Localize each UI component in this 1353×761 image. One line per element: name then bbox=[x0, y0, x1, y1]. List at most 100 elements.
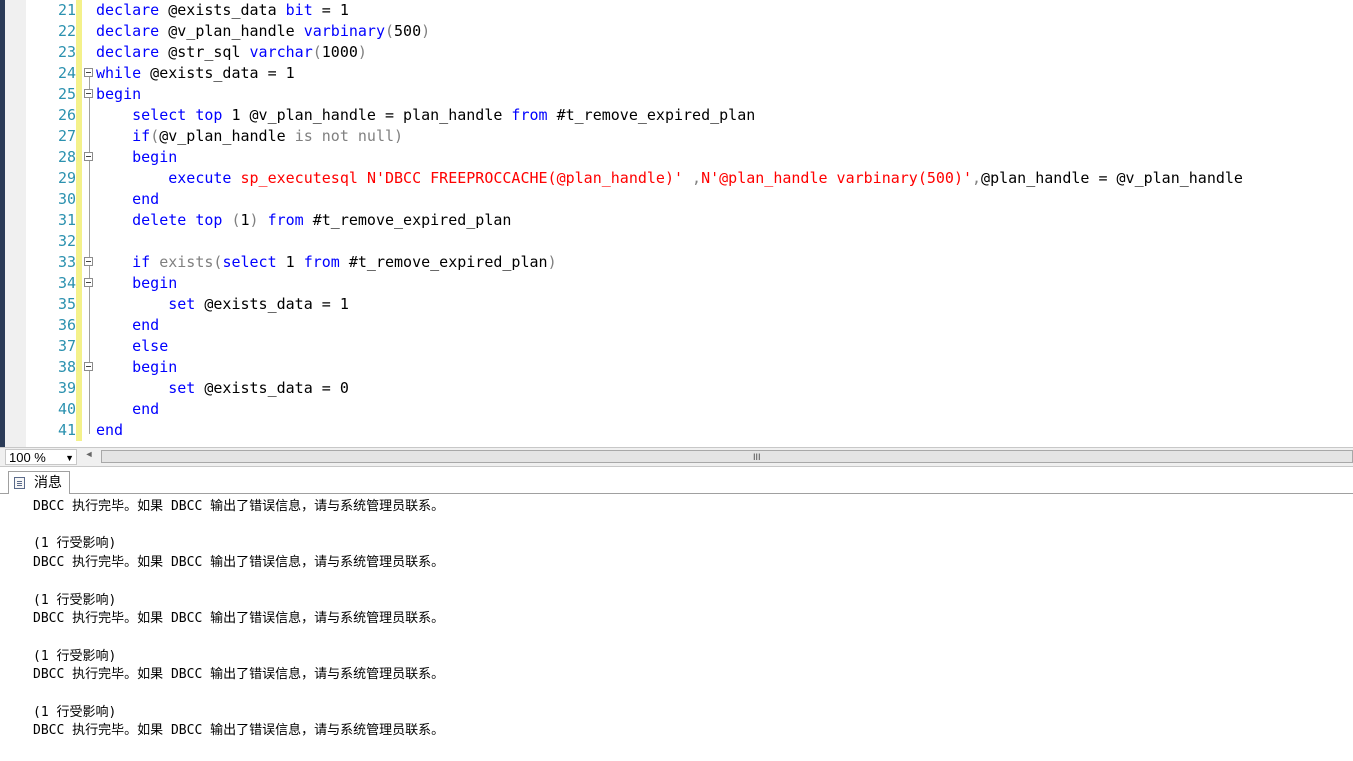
change-marker bbox=[76, 126, 82, 147]
code-token: ) bbox=[249, 211, 259, 229]
code-line[interactable]: 25 begin bbox=[5, 84, 1353, 105]
collapse-icon[interactable] bbox=[84, 362, 93, 371]
code-token: begin bbox=[132, 148, 178, 166]
collapse-icon[interactable] bbox=[84, 257, 93, 266]
code-token: end bbox=[132, 400, 160, 418]
sql-editor[interactable]: 21 declare @exists_data bit = 1 22 declare … bbox=[5, 0, 1353, 447]
scroll-grip-icon: III bbox=[753, 452, 761, 462]
code-token: @exists_data = 1 bbox=[195, 295, 349, 313]
collapse-icon[interactable] bbox=[84, 278, 93, 287]
change-marker bbox=[76, 294, 82, 315]
results-tab-strip: 消息 bbox=[0, 467, 1353, 494]
code-token: #t_remove_expired_plan bbox=[547, 106, 756, 124]
code-line[interactable]: 22 declare @v_plan_handle varbinary(500) bbox=[5, 21, 1353, 42]
collapse-icon[interactable] bbox=[84, 68, 93, 77]
code-line[interactable]: 24 while @exists_data = 1 bbox=[5, 63, 1353, 84]
code-token: declare bbox=[96, 22, 160, 40]
code-text: end bbox=[96, 420, 123, 441]
code-text: set @exists_data = 0 bbox=[96, 378, 349, 399]
line-number: 37 bbox=[57, 337, 76, 355]
code-token: if bbox=[132, 127, 151, 145]
code-token: select bbox=[132, 106, 187, 124]
code-token: varbinary bbox=[303, 22, 385, 40]
code-text: select top 1 @v_plan_handle = plan_handl… bbox=[96, 105, 755, 126]
code-token: from bbox=[267, 211, 304, 229]
code-line[interactable]: 40 end bbox=[5, 399, 1353, 420]
code-line[interactable]: 35 set @exists_data = 1 bbox=[5, 294, 1353, 315]
code-token: , bbox=[683, 169, 702, 187]
code-token: ) bbox=[357, 43, 367, 61]
code-token: ( bbox=[231, 211, 241, 229]
code-token: ( bbox=[312, 43, 322, 61]
change-marker bbox=[76, 357, 82, 378]
change-marker bbox=[76, 315, 82, 336]
code-text: end bbox=[96, 399, 159, 420]
code-line[interactable]: 31 delete top (1) from #t_remove_expired… bbox=[5, 210, 1353, 231]
code-token: exists bbox=[159, 253, 214, 271]
code-line[interactable]: 33 if exists(select 1 from #t_remove_exp… bbox=[5, 252, 1353, 273]
code-token: , bbox=[972, 169, 982, 187]
messages-pane[interactable]: DBCC 执行完毕。如果 DBCC 输出了错误信息，请与系统管理员联系。 (1 行… bbox=[0, 494, 1353, 761]
zoom-dropdown[interactable]: 100 % ▼ bbox=[5, 449, 77, 465]
code-line[interactable]: 32 bbox=[5, 231, 1353, 252]
code-text: begin bbox=[96, 84, 141, 105]
message-line: DBCC 执行完毕。如果 DBCC 输出了错误信息，请与系统管理员联系。 bbox=[33, 667, 445, 683]
horizontal-scrollbar-thumb[interactable]: III bbox=[101, 450, 1353, 463]
code-token: top bbox=[195, 106, 223, 124]
code-line[interactable]: 41 end bbox=[5, 420, 1353, 441]
code-token: end bbox=[96, 421, 124, 439]
code-text: execute sp_executesql N'DBCC FREEPROCCAC… bbox=[96, 168, 1243, 189]
collapse-icon[interactable] bbox=[84, 152, 93, 161]
code-line[interactable]: 21 declare @exists_data bit = 1 bbox=[5, 0, 1353, 21]
code-token: while bbox=[96, 64, 142, 82]
scroll-left-arrow-icon[interactable]: ◄ bbox=[82, 449, 96, 459]
message-line: (1 行受影响) bbox=[33, 592, 117, 608]
change-marker bbox=[76, 399, 82, 420]
line-number: 34 bbox=[57, 274, 76, 292]
code-line[interactable]: 29 execute sp_executesql N'DBCC FREEPROC… bbox=[5, 168, 1353, 189]
code-token: N'@plan_handle varbinary(500)' bbox=[701, 169, 973, 187]
tab-messages[interactable]: 消息 bbox=[8, 471, 70, 494]
code-text: declare @str_sql varchar(1000) bbox=[96, 42, 367, 63]
line-number: 33 bbox=[57, 253, 76, 271]
code-line[interactable]: 26 select top 1 @v_plan_handle = plan_ha… bbox=[5, 105, 1353, 126]
code-token: end bbox=[132, 190, 160, 208]
code-token: varchar bbox=[249, 43, 313, 61]
message-line: (1 行受影响) bbox=[33, 704, 117, 720]
code-token: 1 bbox=[240, 211, 250, 229]
code-text: end bbox=[96, 189, 159, 210]
code-line[interactable]: 39 set @exists_data = 0 bbox=[5, 378, 1353, 399]
code-line[interactable]: 28 begin bbox=[5, 147, 1353, 168]
change-marker bbox=[76, 336, 82, 357]
code-line[interactable]: 34 begin bbox=[5, 273, 1353, 294]
line-number: 26 bbox=[57, 106, 76, 124]
change-marker bbox=[76, 21, 82, 42]
code-text: end bbox=[96, 315, 159, 336]
code-line[interactable]: 37 else bbox=[5, 336, 1353, 357]
code-token: 1 bbox=[276, 253, 304, 271]
change-marker bbox=[76, 84, 82, 105]
collapse-icon[interactable] bbox=[84, 89, 93, 98]
line-number: 40 bbox=[57, 400, 76, 418]
line-number: 36 bbox=[57, 316, 76, 334]
code-token: bit bbox=[285, 1, 313, 19]
code-line[interactable]: 38 begin bbox=[5, 357, 1353, 378]
code-token: from bbox=[511, 106, 548, 124]
code-text: begin bbox=[96, 357, 177, 378]
code-line[interactable]: 23 declare @str_sql varchar(1000) bbox=[5, 42, 1353, 63]
code-text: set @exists_data = 1 bbox=[96, 294, 349, 315]
line-number: 22 bbox=[57, 22, 76, 40]
code-line[interactable]: 30 end bbox=[5, 189, 1353, 210]
code-token: #t_remove_expired_plan bbox=[303, 211, 512, 229]
code-line[interactable]: 36 end bbox=[5, 315, 1353, 336]
code-line[interactable]: 27 if(@v_plan_handle is not null) bbox=[5, 126, 1353, 147]
code-token: delete bbox=[132, 211, 187, 229]
code-token: else bbox=[132, 337, 169, 355]
